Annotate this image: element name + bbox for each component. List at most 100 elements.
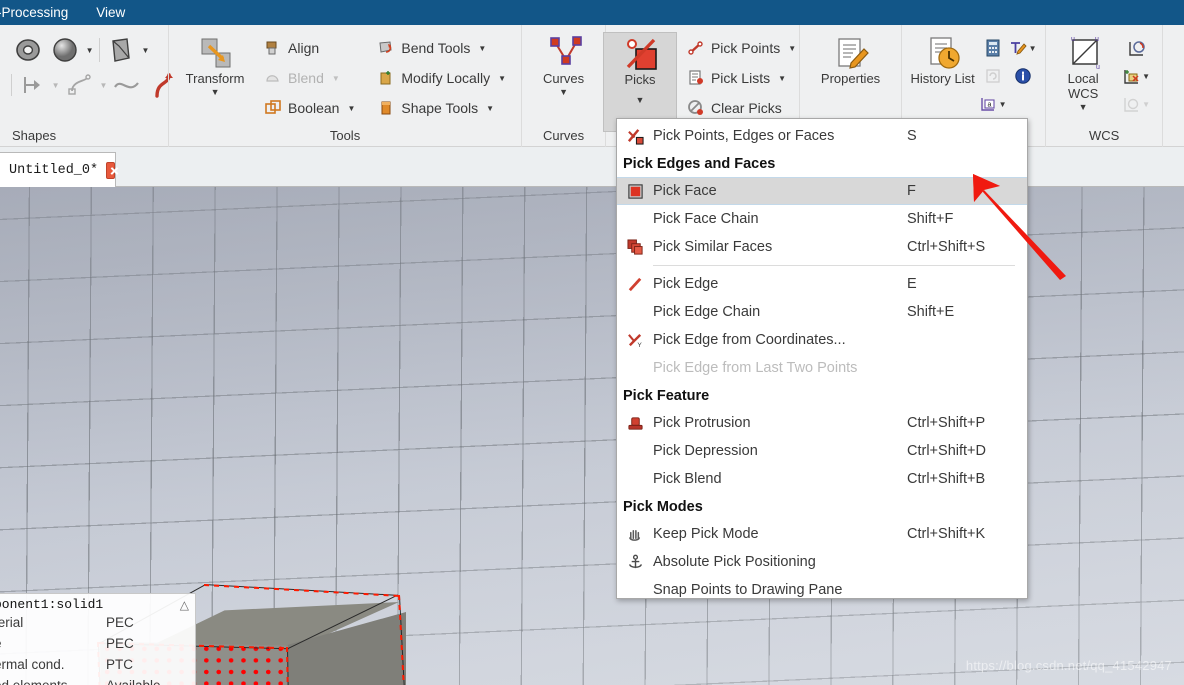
pick-points-dropdown-caret[interactable]: ▼ bbox=[788, 44, 796, 53]
picks-caret[interactable]: ▼ bbox=[636, 95, 645, 105]
pick-lists-button[interactable]: Pick Lists ▼ bbox=[681, 64, 802, 92]
menu-header-pick-edges-and-faces: Pick Edges and Faces bbox=[623, 155, 776, 172]
bend-tools-icon bbox=[377, 39, 395, 57]
menu-item-pick-face-chain[interactable]: Pick Face Chain Shift+F bbox=[617, 205, 1027, 233]
menu-item-shortcut: Shift+E bbox=[907, 304, 955, 320]
modify-locally-dropdown-caret[interactable]: ▼ bbox=[498, 74, 506, 83]
torus-icon[interactable] bbox=[12, 34, 44, 66]
transform-caret[interactable]: ▼ bbox=[211, 87, 220, 97]
coil-dropdown-caret: ▼ bbox=[99, 80, 108, 90]
menu-item-pick-blend[interactable]: Pick Blend Ctrl+Shift+B bbox=[617, 465, 1027, 493]
bend-tools-dropdown-caret[interactable]: ▼ bbox=[478, 44, 486, 53]
property-panel-header[interactable]: ponent1:solid1 △ bbox=[0, 597, 195, 612]
modify-locally-button[interactable]: Modify Locally ▼ bbox=[371, 64, 512, 92]
menu-item-shortcut: Ctrl+Shift+D bbox=[907, 443, 986, 459]
menu-item-post-processing[interactable]: -Processing bbox=[0, 0, 82, 25]
picks-dropdown-menu[interactable]: Pick Points, Edges or Faces S Pick Edges… bbox=[616, 118, 1028, 599]
bend-tools-button[interactable]: Bend Tools ▼ bbox=[371, 34, 512, 62]
menu-item-pick-depression[interactable]: Pick Depression Ctrl+Shift+D bbox=[617, 437, 1027, 465]
menu-item-pick-edge[interactable]: Pick Edge E bbox=[617, 270, 1027, 298]
document-tab-label: Untitled_0* bbox=[9, 162, 99, 178]
menu-bar: -Processing View bbox=[0, 0, 1184, 25]
sphere-dropdown-caret[interactable]: ▼ bbox=[86, 46, 94, 55]
menu-item-label: Pick Points, Edges or Faces bbox=[653, 128, 835, 144]
menu-item-label: Absolute Pick Positioning bbox=[653, 554, 816, 570]
ribbon-group-overflow bbox=[1162, 25, 1184, 147]
menu-item-pick-protrusion[interactable]: Pick Protrusion Ctrl+Shift+P bbox=[617, 409, 1027, 437]
align-label: Align bbox=[288, 40, 320, 56]
ribbon-group-shapes: ▼ ▼ ▼ ▼ Shapes bbox=[0, 25, 174, 147]
history-list-icon bbox=[927, 36, 960, 69]
pick-lists-icon bbox=[687, 69, 705, 87]
property-row-material: terial PEC bbox=[0, 612, 195, 633]
transform-wcs-caret[interactable]: ▼ bbox=[1142, 72, 1150, 81]
pick-points-edges-faces-icon bbox=[617, 128, 653, 145]
abs-text-caret[interactable]: ▼ bbox=[999, 100, 1007, 109]
history-list-button[interactable]: History List bbox=[910, 32, 976, 86]
shape-tools-label: Shape Tools bbox=[401, 100, 479, 116]
menu-item-pick-similar-faces[interactable]: Pick Similar Faces Ctrl+Shift+S bbox=[617, 233, 1027, 261]
coil-icon[interactable] bbox=[64, 69, 96, 101]
text-edit-button[interactable]: ▼ bbox=[1009, 39, 1037, 57]
property-row-curved-elements: ed elements Available bbox=[0, 675, 195, 685]
align-wcs-button[interactable] bbox=[1127, 39, 1145, 57]
menu-item-view[interactable]: View bbox=[82, 0, 139, 25]
shape-tools-button[interactable]: Shape Tools ▼ bbox=[371, 94, 512, 122]
transform-wcs-button[interactable]: ▼ bbox=[1122, 67, 1150, 85]
text-edit-caret[interactable]: ▼ bbox=[1029, 44, 1037, 53]
property-value: Available bbox=[106, 678, 161, 685]
pick-similar-faces-icon bbox=[617, 238, 653, 256]
menu-item-label: Pick Face bbox=[653, 183, 717, 199]
modify-locally-label: Modify Locally bbox=[401, 70, 491, 86]
calculator-button[interactable] bbox=[984, 39, 1002, 57]
shape-tools-dropdown-caret[interactable]: ▼ bbox=[486, 104, 494, 113]
boolean-button[interactable]: Boolean ▼ bbox=[258, 94, 361, 122]
extrude-icon[interactable] bbox=[105, 34, 137, 66]
picks-button[interactable]: Picks ▼ bbox=[602, 32, 677, 132]
transform-button[interactable]: Transform ▼ bbox=[178, 32, 252, 97]
curves-label: Curves bbox=[542, 71, 585, 86]
svg-text:u: u bbox=[1071, 36, 1075, 43]
menu-item-label: Pick Edge Chain bbox=[653, 304, 761, 320]
menu-item-snap-points-to-drawing-pane[interactable]: Snap Points to Drawing Pane bbox=[617, 576, 1027, 604]
menu-item-pick-face[interactable]: Pick Face F bbox=[617, 177, 1027, 205]
trace-icon[interactable] bbox=[0, 69, 7, 101]
property-key: ermal cond. bbox=[0, 657, 65, 672]
blend-dropdown-caret: ▼ bbox=[331, 73, 340, 83]
boolean-dropdown-caret[interactable]: ▼ bbox=[347, 104, 355, 113]
menu-item-pick-edge-from-coordinates[interactable]: Y Pick Edge from Coordinates... bbox=[617, 326, 1027, 354]
cylinder-icon[interactable] bbox=[0, 34, 7, 66]
curves-caret[interactable]: ▼ bbox=[559, 87, 568, 97]
pick-points-button[interactable]: Pick Points ▼ bbox=[681, 34, 802, 62]
local-wcs-button[interactable]: u u u Local WCS ▼ bbox=[1052, 32, 1114, 112]
bond-wire-icon[interactable] bbox=[16, 69, 48, 101]
boolean-label: Boolean bbox=[288, 100, 340, 116]
property-row-thermal-cond: ermal cond. PTC bbox=[0, 654, 195, 675]
curves-button[interactable]: Curves ▼ bbox=[527, 32, 601, 97]
local-wcs-caret[interactable]: ▼ bbox=[1079, 102, 1088, 112]
parametric-update-icon bbox=[984, 67, 1002, 85]
menu-item-shortcut: Ctrl+Shift+B bbox=[907, 471, 986, 487]
sphere-icon[interactable] bbox=[49, 34, 81, 66]
document-tab-untitled[interactable]: Untitled_0* bbox=[0, 152, 116, 187]
pick-lists-dropdown-caret[interactable]: ▼ bbox=[778, 74, 786, 83]
history-list-label: History List bbox=[910, 71, 975, 86]
curve-icon[interactable] bbox=[111, 69, 143, 101]
svg-text:Y: Y bbox=[637, 342, 642, 349]
menu-item-absolute-pick-positioning[interactable]: Absolute Pick Positioning bbox=[617, 548, 1027, 576]
text-edit-icon bbox=[1009, 39, 1027, 57]
close-icon[interactable] bbox=[106, 161, 115, 179]
watermark-text: https://blog.csdn.net/qq_41542947 bbox=[965, 658, 1172, 673]
align-button[interactable]: Align bbox=[258, 34, 361, 62]
abs-text-button[interactable]: a ▼ bbox=[979, 95, 1007, 113]
info-button[interactable] bbox=[1014, 67, 1032, 85]
properties-button[interactable]: Properties bbox=[805, 32, 897, 86]
menu-item-keep-pick-mode[interactable]: Keep Pick Mode Ctrl+Shift+K bbox=[617, 520, 1027, 548]
extrude-dropdown-caret[interactable]: ▼ bbox=[142, 46, 150, 55]
properties-icon bbox=[835, 36, 869, 69]
chevron-up-icon[interactable]: △ bbox=[180, 598, 189, 612]
blend-button[interactable]: Blend ▼ bbox=[258, 64, 361, 92]
menu-item-pick-points-edges-or-faces[interactable]: Pick Points, Edges or Faces S bbox=[617, 122, 1027, 150]
menu-item-pick-edge-chain[interactable]: Pick Edge Chain Shift+E bbox=[617, 298, 1027, 326]
modify-locally-icon bbox=[377, 69, 395, 87]
